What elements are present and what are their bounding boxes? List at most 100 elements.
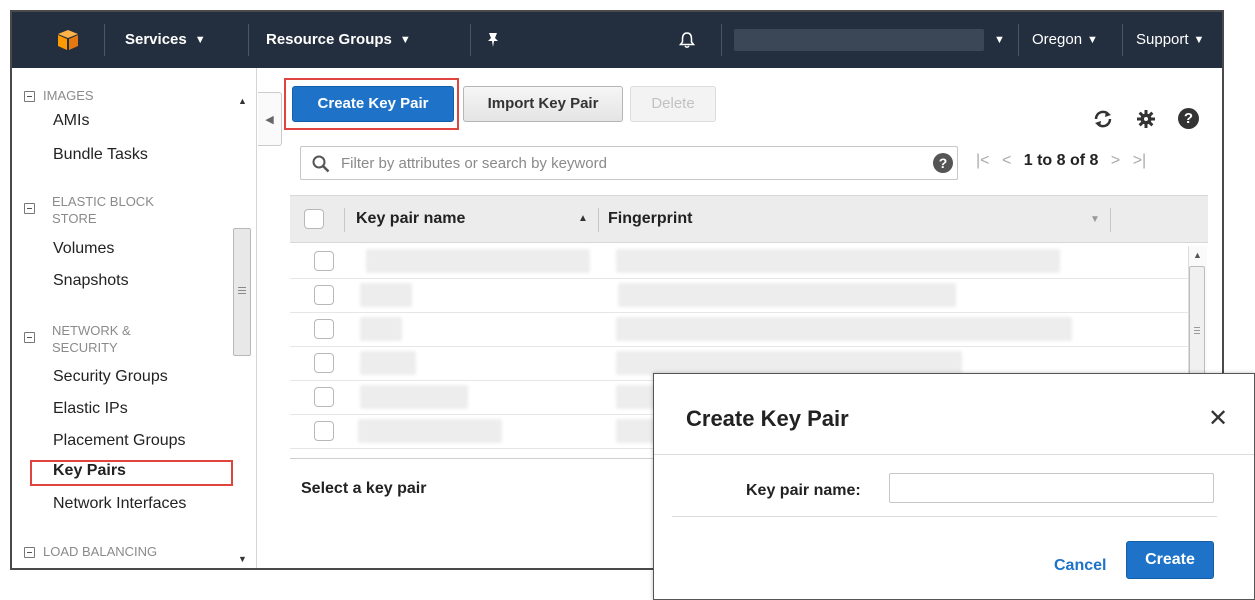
- details-placeholder: Select a key pair: [301, 480, 427, 497]
- section-title: LOAD BALANCING: [43, 544, 158, 559]
- region-label: Oregon: [1032, 31, 1083, 48]
- row-checkbox[interactable]: [314, 421, 334, 441]
- nav-separator: [721, 24, 722, 56]
- pin-icon[interactable]: [486, 12, 500, 68]
- chevron-down-icon: ▼: [399, 34, 411, 46]
- account-name-menu[interactable]: [734, 29, 984, 51]
- refresh-icon[interactable]: [1092, 108, 1114, 130]
- nav-separator: [1018, 24, 1019, 56]
- row-checkbox[interactable]: [314, 353, 334, 373]
- next-page-icon[interactable]: >: [1111, 152, 1120, 169]
- redacted-key-name: [358, 419, 502, 443]
- scroll-up-icon[interactable]: ▲: [1193, 250, 1202, 260]
- row-checkbox[interactable]: [314, 251, 334, 271]
- nav-separator: [1122, 24, 1123, 56]
- sidebar-section-load-balancing[interactable]: LOAD BALANCING: [24, 543, 157, 560]
- collapse-sidebar-tab[interactable]: ◀: [258, 92, 282, 146]
- sidebar-section-network-security[interactable]: NETWORK & SECURITY: [24, 322, 131, 356]
- filter-search-box[interactable]: Filter by attributes or search by keywor…: [300, 146, 958, 180]
- sort-asc-icon[interactable]: ▲: [578, 213, 588, 224]
- row-checkbox[interactable]: [314, 319, 334, 339]
- create-button[interactable]: Create: [1126, 541, 1214, 579]
- chevron-left-icon: ◀: [265, 114, 274, 126]
- table-row[interactable]: [290, 244, 1200, 279]
- section-title-line: STORE: [52, 211, 97, 226]
- resource-groups-label: Resource Groups: [266, 31, 392, 48]
- key-pair-name-input[interactable]: [889, 473, 1214, 503]
- services-menu[interactable]: Services ▼: [125, 12, 206, 68]
- column-divider: [1110, 208, 1111, 232]
- sidebar-item-volumes[interactable]: Volumes: [53, 240, 114, 258]
- help-icon[interactable]: ?: [1178, 108, 1199, 129]
- scroll-up-icon[interactable]: ▲: [238, 96, 247, 106]
- row-checkbox[interactable]: [314, 387, 334, 407]
- row-checkbox[interactable]: [314, 285, 334, 305]
- collapse-icon[interactable]: [24, 547, 35, 559]
- column-divider: [598, 208, 599, 232]
- column-key-pair-name[interactable]: Key pair name: [356, 210, 465, 228]
- sidebar-scroll-thumb[interactable]: [233, 228, 251, 356]
- top-nav-bar: Services ▼ Resource Groups ▼ ▼ Oregon ▼ Sup…: [12, 12, 1222, 68]
- first-page-icon[interactable]: |<: [976, 152, 990, 169]
- sidebar-item-network-interfaces[interactable]: Network Interfaces: [53, 495, 186, 513]
- key-pair-name-label: Key pair name:: [746, 482, 861, 499]
- redacted-fingerprint: [616, 385, 656, 409]
- gear-icon[interactable]: [1136, 109, 1156, 129]
- close-icon[interactable]: ✕: [1208, 404, 1228, 433]
- bell-icon[interactable]: [678, 12, 696, 68]
- redacted-fingerprint: [616, 419, 656, 443]
- redacted-key-name: [360, 385, 468, 409]
- redacted-key-name: [360, 317, 402, 341]
- sidebar-section-elastic-block-store[interactable]: ELASTIC BLOCK STORE: [24, 193, 154, 227]
- support-label: Support: [1136, 31, 1189, 48]
- sidebar-item-security-groups[interactable]: Security Groups: [53, 368, 168, 386]
- collapse-icon[interactable]: [24, 332, 35, 343]
- last-page-icon[interactable]: >|: [1133, 152, 1147, 169]
- collapse-icon[interactable]: [24, 91, 35, 103]
- region-menu[interactable]: Oregon ▼: [1032, 12, 1098, 68]
- key-pairs-highlight: [30, 460, 233, 486]
- chevron-down-icon: ▼: [194, 34, 206, 46]
- redacted-key-name: [366, 249, 590, 273]
- sidebar-item-elastic-ips[interactable]: Elastic IPs: [53, 400, 128, 418]
- section-title: IMAGES: [43, 88, 94, 103]
- aws-logo-icon[interactable]: [56, 28, 80, 52]
- sidebar-nav: IMAGES AMIs Bundle Tasks ELASTIC BLOCK S…: [12, 68, 257, 568]
- table-header: Key pair name ▲ Fingerprint ▼: [290, 195, 1208, 243]
- table-row[interactable]: [290, 312, 1200, 347]
- sidebar-item-bundle-tasks[interactable]: Bundle Tasks: [53, 146, 148, 164]
- table-row[interactable]: [290, 278, 1200, 313]
- column-fingerprint[interactable]: Fingerprint: [608, 210, 692, 228]
- nav-separator: [248, 24, 249, 56]
- sidebar-item-placement-groups[interactable]: Placement Groups: [53, 432, 186, 450]
- redacted-fingerprint: [616, 351, 962, 375]
- collapse-icon[interactable]: [24, 203, 35, 214]
- select-all-checkbox[interactable]: [304, 209, 324, 229]
- sidebar-section-images[interactable]: IMAGES: [24, 87, 94, 104]
- create-key-pair-dialog: Create Key Pair ✕ Key pair name: Cancel …: [653, 373, 1255, 600]
- help-icon[interactable]: ?: [933, 153, 953, 173]
- redacted-fingerprint: [618, 283, 956, 307]
- search-icon: [312, 155, 330, 173]
- import-key-pair-button[interactable]: Import Key Pair: [463, 86, 623, 122]
- chevron-down-icon[interactable]: ▼: [994, 12, 1005, 68]
- nav-separator: [104, 24, 105, 56]
- prev-page-icon[interactable]: <: [1002, 152, 1011, 169]
- sort-icon[interactable]: ▼: [1090, 214, 1100, 225]
- pagination: |< < 1 to 8 of 8 > >|: [976, 152, 1146, 170]
- support-menu[interactable]: Support ▼: [1136, 12, 1204, 68]
- column-divider: [344, 208, 345, 232]
- sidebar-item-amis[interactable]: AMIs: [53, 112, 89, 130]
- services-label: Services: [125, 31, 187, 48]
- dialog-divider: [654, 454, 1254, 455]
- scroll-down-icon[interactable]: ▼: [238, 554, 247, 564]
- delete-button[interactable]: Delete: [630, 86, 716, 122]
- redacted-fingerprint: [616, 249, 1060, 273]
- cancel-button[interactable]: Cancel: [1054, 557, 1106, 575]
- redacted-fingerprint: [616, 317, 1072, 341]
- create-button-highlight: [284, 78, 459, 130]
- dialog-divider: [672, 516, 1217, 517]
- dialog-title: Create Key Pair: [686, 406, 849, 431]
- resource-groups-menu[interactable]: Resource Groups ▼: [266, 12, 411, 68]
- sidebar-item-snapshots[interactable]: Snapshots: [53, 272, 129, 290]
